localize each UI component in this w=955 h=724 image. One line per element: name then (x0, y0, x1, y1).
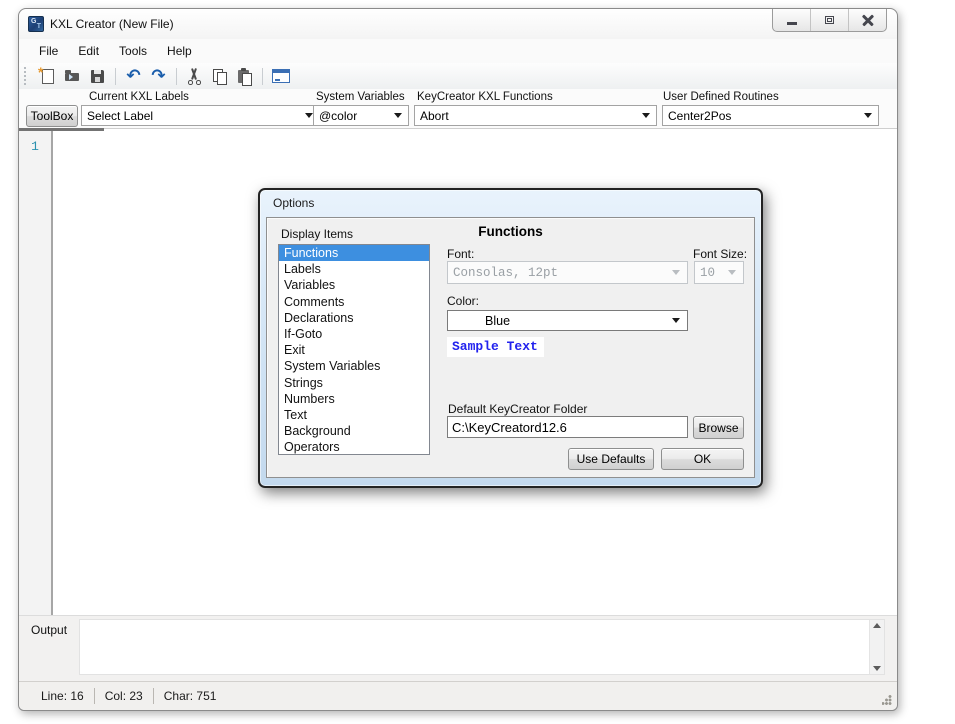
line-number-gutter: 1 (19, 131, 53, 615)
maximize-button[interactable] (810, 9, 848, 31)
close-button[interactable] (848, 9, 886, 31)
display-item-if-goto[interactable]: If-Goto (279, 326, 429, 342)
maximize-icon (825, 16, 834, 24)
system-variables-label: System Variables (316, 91, 405, 103)
display-item-exit[interactable]: Exit (279, 342, 429, 358)
dialog-client-area: Display Items FunctionsLabelsVariablesCo… (266, 217, 755, 478)
kxl-labels-combo-value: Select Label (87, 109, 153, 123)
color-label: Color: (447, 294, 479, 308)
chevron-down-icon (305, 113, 313, 118)
display-items-listbox: FunctionsLabelsVariablesCommentsDeclarat… (278, 244, 430, 455)
font-combo: Consolas, 12pt (447, 261, 688, 284)
toolbar-grip[interactable] (24, 67, 30, 85)
kxl-functions-label: KeyCreator KXL Functions (417, 91, 553, 103)
display-item-comments[interactable]: Comments (279, 294, 429, 310)
line-number: 1 (31, 139, 39, 154)
browse-button[interactable]: Browse (693, 416, 744, 439)
display-item-background[interactable]: Background (279, 423, 429, 439)
toolbar-separator (262, 68, 263, 85)
kxl-functions-combo-value: Abort (420, 109, 449, 123)
chevron-down-icon (672, 318, 680, 323)
minimize-icon (787, 22, 797, 25)
chevron-down-icon (394, 113, 402, 118)
ok-button[interactable]: OK (661, 448, 744, 470)
dialog-title: Options (273, 196, 314, 210)
status-bar: Line: 16 Col: 23 Char: 751 (19, 681, 897, 710)
app-icon: G T (28, 16, 44, 32)
toolbar-separator (115, 68, 116, 85)
close-icon (862, 14, 874, 26)
font-combo-value: Consolas, 12pt (448, 266, 558, 280)
system-variables-combo-value: @color (319, 109, 357, 123)
chevron-down-icon (864, 113, 872, 118)
status-col: Col: 23 (95, 689, 153, 703)
minimize-button[interactable] (773, 9, 810, 31)
display-item-operators[interactable]: Operators (279, 439, 429, 455)
window-controls (772, 9, 887, 32)
redo-icon[interactable] (148, 66, 169, 87)
status-line: Line: 16 (31, 689, 94, 703)
undo-icon[interactable] (123, 66, 144, 87)
chevron-down-icon (642, 113, 650, 118)
font-size-label: Font Size: (693, 247, 747, 261)
display-item-declarations[interactable]: Declarations (279, 310, 429, 326)
scroll-up-icon[interactable] (873, 623, 881, 628)
display-item-system-variables[interactable]: System Variables (279, 358, 429, 374)
sample-text-preview: Sample Text (447, 337, 544, 357)
user-routines-combo[interactable]: Center2Pos (662, 105, 879, 126)
user-routines-label: User Defined Routines (663, 91, 779, 103)
menu-bar: FileEditToolsHelp (19, 39, 897, 63)
display-item-text[interactable]: Text (279, 407, 429, 423)
user-routines-combo-value: Center2Pos (668, 109, 731, 123)
open-icon[interactable] (62, 66, 83, 87)
display-item-strings[interactable]: Strings (279, 375, 429, 391)
console-icon[interactable] (270, 66, 291, 87)
display-item-functions[interactable]: Functions (279, 245, 429, 261)
section-header: Functions (267, 224, 754, 239)
font-size-combo: 10 (694, 261, 744, 284)
save-icon[interactable] (87, 66, 108, 87)
chevron-down-icon (672, 270, 680, 275)
output-label: Output (31, 619, 75, 675)
scroll-down-icon[interactable] (873, 666, 881, 671)
copy-icon[interactable] (209, 66, 230, 87)
title-bar[interactable]: G T KXL Creator (New File) (19, 9, 897, 39)
font-size-combo-value: 10 (695, 266, 715, 280)
default-folder-label: Default KeyCreator Folder (448, 402, 587, 416)
default-folder-input[interactable] (447, 416, 688, 438)
color-combo[interactable]: Blue (447, 310, 688, 331)
toolbox-button[interactable]: ToolBox (26, 105, 78, 127)
output-scrollbar[interactable] (869, 620, 884, 674)
kxl-labels-combo[interactable]: Select Label (81, 105, 320, 126)
new-file-icon[interactable] (37, 66, 58, 87)
menu-item-edit[interactable]: Edit (68, 41, 109, 61)
use-defaults-button[interactable]: Use Defaults (568, 448, 654, 470)
status-char: Char: 751 (154, 689, 227, 703)
display-item-labels[interactable]: Labels (279, 261, 429, 277)
quick-insert-band: ToolBox Current KXL Labels Select Label … (19, 89, 897, 128)
window-title: KXL Creator (New File) (50, 17, 174, 31)
options-dialog: Options Display Items FunctionsLabelsVar… (258, 188, 763, 488)
kxl-functions-combo[interactable]: Abort (414, 105, 657, 126)
display-item-numbers[interactable]: Numbers (279, 391, 429, 407)
output-text-area[interactable] (79, 619, 885, 675)
menu-item-file[interactable]: File (29, 41, 68, 61)
display-item-variables[interactable]: Variables (279, 277, 429, 293)
resize-grip[interactable] (882, 695, 892, 705)
toolbar (19, 63, 897, 89)
font-label: Font: (447, 247, 474, 261)
paste-icon[interactable] (234, 66, 255, 87)
menu-item-help[interactable]: Help (157, 41, 202, 61)
toolbar-separator (176, 68, 177, 85)
dialog-title-bar[interactable]: Options (260, 190, 761, 216)
menu-item-tools[interactable]: Tools (109, 41, 157, 61)
color-combo-value: Blue (448, 314, 510, 328)
system-variables-combo[interactable]: @color (313, 105, 409, 126)
output-panel: Output (19, 615, 897, 681)
current-kxl-labels-label: Current KXL Labels (89, 91, 189, 103)
cut-icon[interactable] (184, 66, 205, 87)
chevron-down-icon (728, 270, 736, 275)
desktop: G T KXL Creator (New File) FileEditTools… (0, 0, 955, 724)
